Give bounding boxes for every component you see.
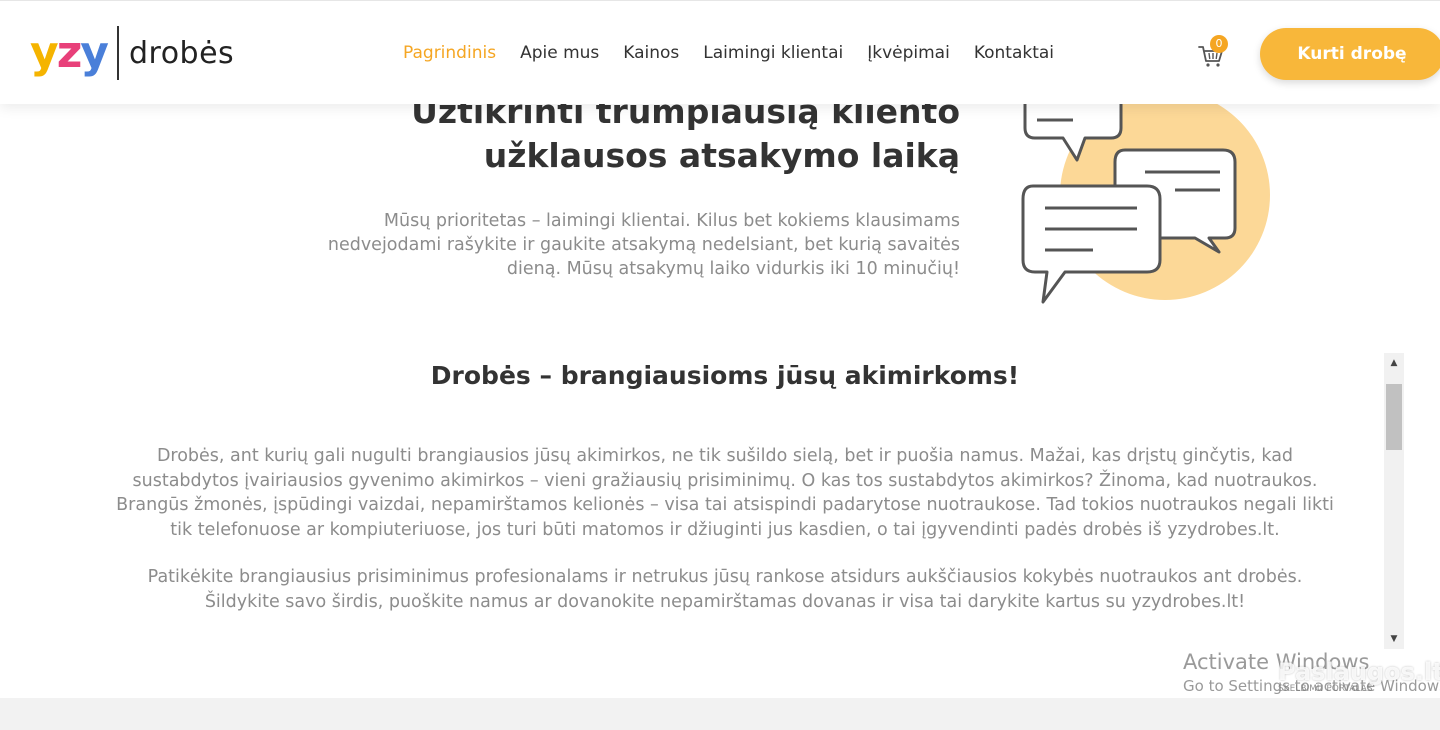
content-scroll-area[interactable]: Drobės – brangiausioms jūsų akimirkoms! …	[0, 353, 1404, 649]
next-section-title-partial	[0, 639, 1370, 649]
logo-letter: y	[30, 27, 59, 78]
logo-yzy: yzy	[30, 31, 109, 75]
logo-text: drobės	[128, 35, 235, 71]
section-paragraph: Patikėkite brangiausius prisiminimus pro…	[147, 567, 1303, 612]
section-title: Drobės – brangiausioms jūsų akimirkoms!	[430, 361, 1020, 390]
create-canvas-button[interactable]: Kurti drobę	[1260, 28, 1440, 80]
logo-letter: y	[80, 27, 109, 78]
site-logo[interactable]: yzy drobės	[30, 25, 234, 81]
scrollbar-thumb[interactable]	[1386, 384, 1402, 450]
feature-description: Mūsų prioritetas – laimingi klientai. Ki…	[327, 211, 960, 279]
main-nav: Pagrindinis Apie mus Kainos Laimingi kli…	[403, 43, 1078, 63]
scroll-down-arrow-icon[interactable]: ▼	[1384, 629, 1404, 649]
feature-title-line: užklausos atsakymo laiką	[483, 136, 960, 175]
site-header: yzy drobės Pagrindinis Apie mus Kainos L…	[0, 0, 1440, 104]
nav-item-pagrindinis[interactable]: Pagrindinis	[403, 43, 496, 63]
site-watermark-text: Paslaugos.lt	[1278, 658, 1440, 686]
scrollbar[interactable]: ▲ ▼	[1384, 353, 1404, 649]
section-paragraph: Drobės, ant kurių gali nugulti brangiaus…	[116, 446, 1334, 540]
site-watermark: Paslaugos.lt SKELBIMU PORTALAS	[1278, 658, 1440, 706]
chat-bubbles-icon	[1021, 80, 1270, 304]
logo-divider	[116, 26, 119, 80]
nav-item-kontaktai[interactable]: Kontaktai	[974, 43, 1054, 63]
nav-item-ikvepimai[interactable]: Įkvėpimai	[867, 43, 950, 63]
cart-count-badge: 0	[1210, 35, 1228, 53]
logo-letter: z	[56, 27, 83, 78]
nav-item-laimingi-klientai[interactable]: Laimingi klientai	[703, 43, 843, 63]
scroll-up-arrow-icon[interactable]: ▲	[1384, 353, 1404, 373]
nav-item-apie-mus[interactable]: Apie mus	[520, 43, 599, 63]
footer-strip	[0, 698, 1440, 730]
nav-item-kainos[interactable]: Kainos	[623, 43, 679, 63]
